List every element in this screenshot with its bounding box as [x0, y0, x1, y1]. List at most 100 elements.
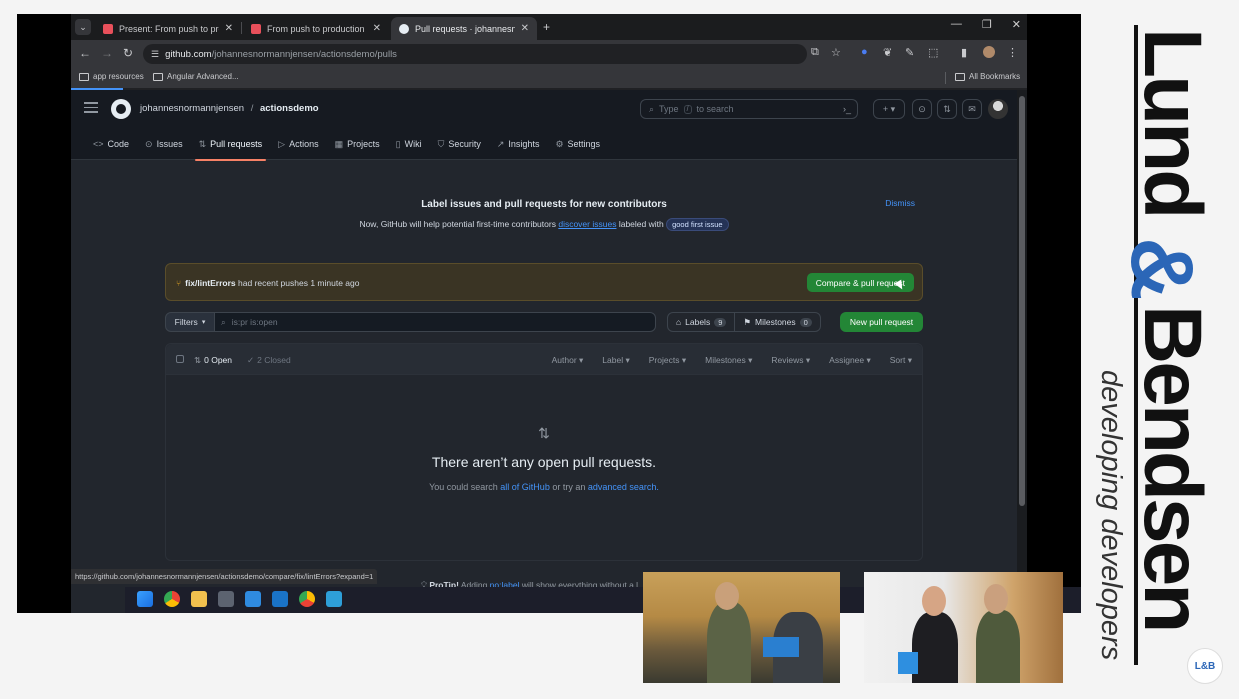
- open-filter[interactable]: ⇅ 0 Open: [194, 355, 232, 366]
- chrome-icon[interactable]: [164, 591, 180, 607]
- select-all-checkbox[interactable]: [176, 355, 184, 363]
- branch-name[interactable]: fix/lintErrors: [185, 278, 236, 288]
- bookmark-star-icon[interactable]: ☆: [831, 46, 841, 59]
- milestones-count: 0: [799, 317, 812, 327]
- labels-count: 9: [714, 317, 727, 327]
- sort-menu[interactable]: Sort ▾: [890, 355, 912, 366]
- restore-icon[interactable]: ❐: [982, 18, 992, 31]
- tab-projects[interactable]: ▦ Projects: [327, 133, 388, 155]
- pull-request-icon: ⇅: [198, 138, 207, 149]
- extension-pen-icon[interactable]: ✎: [905, 46, 914, 59]
- search-placeholder: Type: [659, 104, 679, 114]
- tab-label: Insights: [508, 139, 540, 149]
- chrome-canary-icon[interactable]: [299, 591, 315, 607]
- extensions-puzzle-icon[interactable]: ⬚: [928, 46, 938, 59]
- inbox-icon[interactable]: ✉: [962, 99, 982, 119]
- milestones-button[interactable]: ⚑ Milestones 0: [734, 313, 819, 331]
- repo-owner-link[interactable]: johannesnormannjensen: [140, 103, 244, 114]
- windows-start-icon[interactable]: [137, 591, 153, 607]
- side-panel-icon[interactable]: ▮: [961, 46, 967, 59]
- hamburger-menu-icon[interactable]: [84, 102, 98, 114]
- search-icon: ⌕: [649, 103, 655, 114]
- back-arrow-icon[interactable]: ←: [79, 46, 91, 60]
- page-scrollbar[interactable]: [1017, 90, 1027, 613]
- check-icon: ✓: [247, 355, 255, 365]
- empty-text-mid: or try an: [552, 482, 586, 492]
- new-pull-request-button[interactable]: New pull request: [840, 312, 923, 332]
- advanced-search-link[interactable]: advanced search.: [588, 482, 659, 492]
- outlook-icon[interactable]: [272, 591, 288, 607]
- pull-request-list: ⇅ 0 Open ✓ 2 Closed Author ▾ Label ▾ Proje…: [165, 343, 923, 561]
- milestones-menu[interactable]: Milestones ▾: [705, 355, 752, 366]
- install-app-icon[interactable]: ⧉: [811, 46, 819, 59]
- new-tab-button[interactable]: +: [543, 20, 550, 34]
- repo-name-link[interactable]: actionsdemo: [260, 103, 319, 114]
- terminal-icon[interactable]: [218, 591, 234, 607]
- bookmark-app-resources[interactable]: app resources: [79, 72, 144, 81]
- bookmarks-separator: [945, 72, 946, 84]
- author-menu[interactable]: Author ▾: [552, 355, 584, 366]
- projects-menu[interactable]: Projects ▾: [649, 355, 686, 366]
- menu-label: Reviews: [771, 355, 804, 365]
- file-explorer-icon[interactable]: [191, 591, 207, 607]
- recent-push-text: ⑂ fix/lintErrors had recent pushes 1 minu…: [176, 278, 359, 288]
- presenter-right-head: [984, 584, 1008, 614]
- tab-wiki[interactable]: ▯ Wiki: [388, 133, 430, 155]
- user-avatar[interactable]: [988, 99, 1008, 119]
- tab-pull-requests[interactable]: ⇅ Pull requests: [191, 133, 271, 161]
- repo-nav: <> Code ⊙ Issues ⇅ Pull requests ▷ Actions ▦…: [85, 133, 608, 161]
- tab-from-push[interactable]: From push to production ✕: [243, 17, 389, 40]
- good-first-issue-label[interactable]: good first issue: [666, 218, 729, 231]
- reload-icon[interactable]: ↻: [123, 46, 133, 60]
- close-tab-icon[interactable]: ✕: [225, 23, 233, 34]
- all-bookmarks[interactable]: All Bookmarks: [955, 72, 1020, 81]
- chrome-browser-window: ⌄ Present: From push to producti ✕ From …: [71, 14, 1081, 613]
- filter-search-input[interactable]: ⌕ is:pr is:open: [215, 312, 656, 332]
- tab-insights[interactable]: ↗ Insights: [489, 133, 548, 155]
- tab-security[interactable]: ⛉ Security: [430, 133, 489, 155]
- label-menu[interactable]: Label ▾: [602, 355, 629, 366]
- tab-pull-requests[interactable]: Pull requests · johannesnormar ✕: [391, 17, 537, 40]
- vscode-icon[interactable]: [245, 591, 261, 607]
- github-logo-icon[interactable]: [111, 99, 131, 119]
- tab-settings[interactable]: ⚙ Settings: [547, 133, 608, 155]
- tab-code[interactable]: <> Code: [85, 133, 137, 155]
- filters-button[interactable]: Filters ▾: [165, 312, 215, 332]
- discover-issues-link[interactable]: discover issues: [558, 219, 616, 229]
- tab-issues[interactable]: ⊙ Issues: [137, 133, 191, 155]
- close-tab-icon[interactable]: ✕: [373, 23, 381, 34]
- minimize-icon[interactable]: —: [951, 18, 962, 31]
- reviews-menu[interactable]: Reviews ▾: [771, 355, 810, 366]
- pull-requests-icon[interactable]: ⇅: [937, 99, 957, 119]
- site-info-icon[interactable]: ☰: [151, 49, 159, 60]
- address-bar[interactable]: ☰ github.com/johannesnormannjensen/actio…: [143, 44, 807, 64]
- command-palette-icon[interactable]: ›_: [843, 104, 851, 114]
- search-icon: ⌕: [221, 316, 226, 327]
- profile-avatar-icon[interactable]: [983, 46, 995, 58]
- tab-actions[interactable]: ▷ Actions: [270, 133, 326, 155]
- search-input[interactable]: ⌕ Type / to search ›_: [640, 99, 858, 119]
- browser-menu-icon[interactable]: ⋮: [1007, 46, 1018, 59]
- extension-blue-icon[interactable]: ●: [861, 46, 868, 58]
- notepad-icon[interactable]: [326, 591, 342, 607]
- labels-button[interactable]: ⌂ Labels 9: [668, 313, 734, 331]
- all-of-github-link[interactable]: all of GitHub: [500, 482, 550, 492]
- tab-label: Projects: [347, 139, 380, 149]
- dismiss-button[interactable]: Dismiss: [885, 198, 915, 208]
- create-new-icon[interactable]: + ▾: [873, 99, 905, 119]
- closed-filter[interactable]: ✓ 2 Closed: [247, 355, 291, 366]
- presenter-figure: [707, 602, 751, 683]
- tab-present[interactable]: Present: From push to producti ✕: [95, 17, 241, 40]
- bookmark-angular-advanced[interactable]: Angular Advanced...: [153, 72, 239, 81]
- tab-search-chevron-icon[interactable]: ⌄: [75, 19, 91, 35]
- extension-paw-icon[interactable]: ❦: [883, 46, 892, 59]
- close-tab-icon[interactable]: ✕: [521, 23, 529, 34]
- scrollbar-thumb[interactable]: [1019, 96, 1025, 506]
- issues-icon[interactable]: ⊙: [912, 99, 932, 119]
- close-window-icon[interactable]: ✕: [1012, 18, 1021, 31]
- filters-label: Filters: [174, 317, 198, 327]
- forward-arrow-icon[interactable]: →: [101, 46, 113, 60]
- assignee-menu[interactable]: Assignee ▾: [829, 355, 871, 366]
- bookmarks-bar: app resources Angular Advanced... All Bo…: [71, 68, 1027, 88]
- menu-label: Projects: [648, 355, 680, 365]
